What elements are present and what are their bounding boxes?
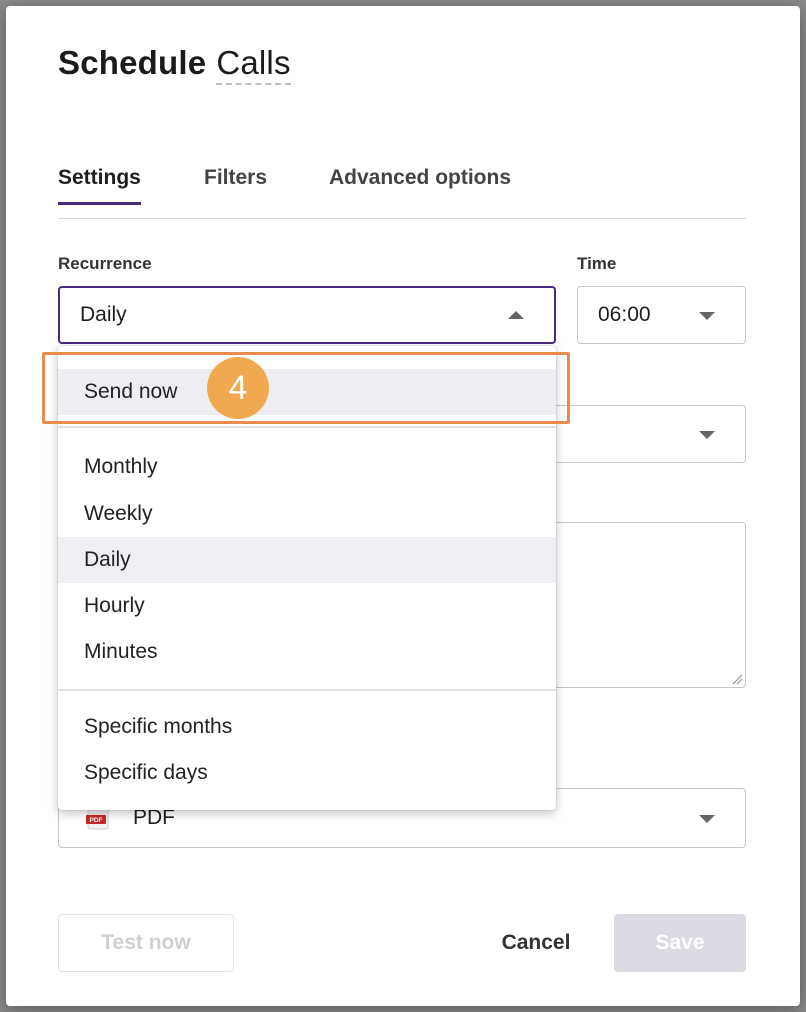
svg-text:PDF: PDF (90, 817, 103, 824)
time-value: 06:00 (598, 303, 651, 326)
step-number-badge: 4 (207, 357, 269, 419)
chevron-down-icon (699, 312, 715, 320)
menu-item-minutes[interactable]: Minutes (58, 629, 556, 675)
recurrence-label: Recurrence (58, 254, 152, 273)
cancel-button[interactable]: Cancel (480, 914, 592, 972)
menu-item-specific-months[interactable]: Specific months (58, 704, 556, 750)
menu-item-hourly[interactable]: Hourly (58, 583, 556, 629)
recurrence-value: Daily (80, 303, 127, 326)
menu-divider (58, 689, 556, 691)
tab-bar: Settings Filters Advanced options (58, 166, 746, 219)
menu-item-daily[interactable]: Daily (58, 537, 556, 583)
tab-settings[interactable]: Settings (58, 166, 141, 205)
chevron-down-icon (699, 815, 715, 823)
menu-item-weekly[interactable]: Weekly (58, 491, 556, 537)
menu-item-monthly[interactable]: Monthly (58, 444, 556, 490)
menu-item-specific-days[interactable]: Specific days (58, 750, 556, 796)
tab-advanced-options[interactable]: Advanced options (329, 166, 511, 204)
schedule-dialog: Schedule Calls Settings Filters Advanced … (6, 6, 800, 1006)
resize-grip-icon[interactable] (731, 673, 743, 685)
step-highlight-outline (42, 352, 570, 424)
dialog-title-text: Schedule (58, 44, 207, 81)
time-label: Time (577, 254, 617, 273)
recurrence-select[interactable]: Daily (58, 286, 556, 344)
test-now-button[interactable]: Test now (58, 914, 234, 972)
chevron-down-icon (699, 431, 715, 439)
time-select[interactable]: 06:00 (577, 286, 746, 344)
save-button[interactable]: Save (614, 914, 746, 972)
caret-up-icon (508, 311, 524, 319)
menu-divider (58, 426, 556, 428)
tab-filters[interactable]: Filters (204, 166, 267, 204)
dialog-title: Schedule Calls (58, 44, 291, 85)
report-name[interactable]: Calls (216, 44, 291, 85)
